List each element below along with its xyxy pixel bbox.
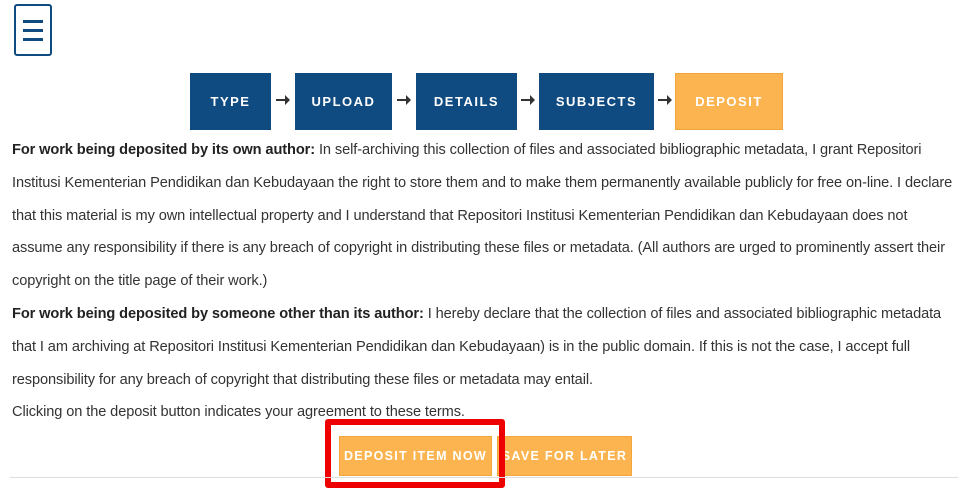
deposit-terms: For work being deposited by its own auth…	[12, 134, 957, 429]
other-author-terms: For work being deposited by someone othe…	[12, 298, 957, 396]
deposit-page: TYPE UPLOAD DETAILS SUBJECTS DEPOSIT For…	[0, 0, 961, 503]
hamburger-menu-button[interactable]	[14, 4, 52, 56]
step-type[interactable]: TYPE	[190, 73, 271, 130]
workflow-steps: TYPE UPLOAD DETAILS SUBJECTS DEPOSIT	[0, 73, 961, 132]
step-deposit[interactable]: DEPOSIT	[675, 73, 783, 130]
arrow-right-icon	[521, 95, 535, 105]
step-upload[interactable]: UPLOAD	[295, 73, 392, 130]
arrow-right-icon	[397, 95, 411, 105]
own-author-text: In self-archiving this collection of fil…	[12, 142, 953, 290]
step-subjects[interactable]: SUBJECTS	[539, 73, 654, 130]
arrow-right-icon	[276, 95, 290, 105]
other-author-heading: For work being deposited by someone othe…	[12, 305, 424, 322]
arrow-right-icon	[658, 95, 672, 105]
own-author-terms: For work being deposited by its own auth…	[12, 134, 957, 298]
own-author-heading: For work being deposited by its own auth…	[12, 142, 315, 158]
save-for-later-button[interactable]: SAVE FOR LATER	[497, 436, 632, 476]
divider	[10, 477, 958, 478]
step-details[interactable]: DETAILS	[416, 73, 517, 130]
